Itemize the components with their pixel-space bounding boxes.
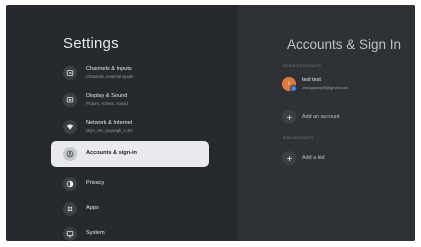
tv-screen: Settings Channels & Inputs Channels, ext… — [6, 5, 415, 241]
menu-label: Network & Internet — [86, 120, 133, 127]
menu-label: Privacy — [86, 180, 105, 187]
menu-label: System — [86, 230, 105, 237]
system-icon — [63, 227, 77, 241]
menu-item-apps[interactable]: Apps — [51, 196, 209, 222]
menu-label: Channels & Inputs — [86, 66, 132, 73]
section-google-accounts: GOOGLE ACCOUNTS — [283, 64, 322, 68]
menu-label: Accounts & sign-in — [86, 150, 137, 157]
menu-item-channels-inputs[interactable]: Channels & Inputs Channels, external inp… — [51, 60, 209, 86]
panel-title: Accounts & Sign In — [287, 37, 402, 52]
menu-item-network-internet[interactable]: Network & Internet DQA_HK_puyangli_2.4G — [51, 114, 209, 140]
menu-sublabel: Picture, screen, sound — [86, 100, 128, 106]
input-icon — [63, 66, 77, 80]
privacy-icon — [63, 177, 77, 191]
menu-label: Apps — [86, 205, 99, 212]
apps-icon — [63, 202, 77, 216]
plus-icon — [282, 110, 296, 124]
avatar: t — [282, 77, 297, 92]
menu-label: Display & Sound — [86, 93, 128, 100]
menu-sublabel: Channels, external inputs — [86, 73, 134, 79]
add-kid-label: Add a kid — [302, 155, 325, 161]
plus-icon — [282, 151, 296, 165]
display-icon — [63, 93, 77, 107]
menu-sublabel: DQA_HK_puyangli_2.4G — [86, 127, 133, 133]
menu-item-display-sound[interactable]: Display & Sound Picture, screen, sound — [51, 87, 209, 113]
account-email: zhangsang05@gmail.com — [302, 84, 349, 90]
add-account-label: Add an account — [302, 114, 340, 120]
google-badge-icon — [290, 85, 297, 92]
wifi-icon — [63, 120, 77, 134]
settings-menu: Settings Channels & Inputs Channels, ext… — [6, 5, 238, 241]
account-icon — [63, 147, 77, 161]
page-title: Settings — [63, 35, 119, 52]
account-item[interactable]: t test test zhangsang05@gmail.com — [282, 77, 349, 92]
account-name: test test — [302, 77, 321, 84]
add-kid-button[interactable]: Add a kid — [282, 151, 324, 165]
add-account-button[interactable]: Add an account — [282, 110, 339, 124]
menu-item-system[interactable]: System — [51, 221, 209, 241]
menu-item-privacy[interactable]: Privacy — [51, 171, 209, 197]
menu-item-accounts-signin[interactable]: Accounts & sign-in — [51, 141, 209, 167]
accounts-panel: Accounts & Sign In GOOGLE ACCOUNTS t tes… — [238, 5, 415, 241]
section-kids-accounts: KIDS ACCOUNTS — [283, 136, 314, 140]
